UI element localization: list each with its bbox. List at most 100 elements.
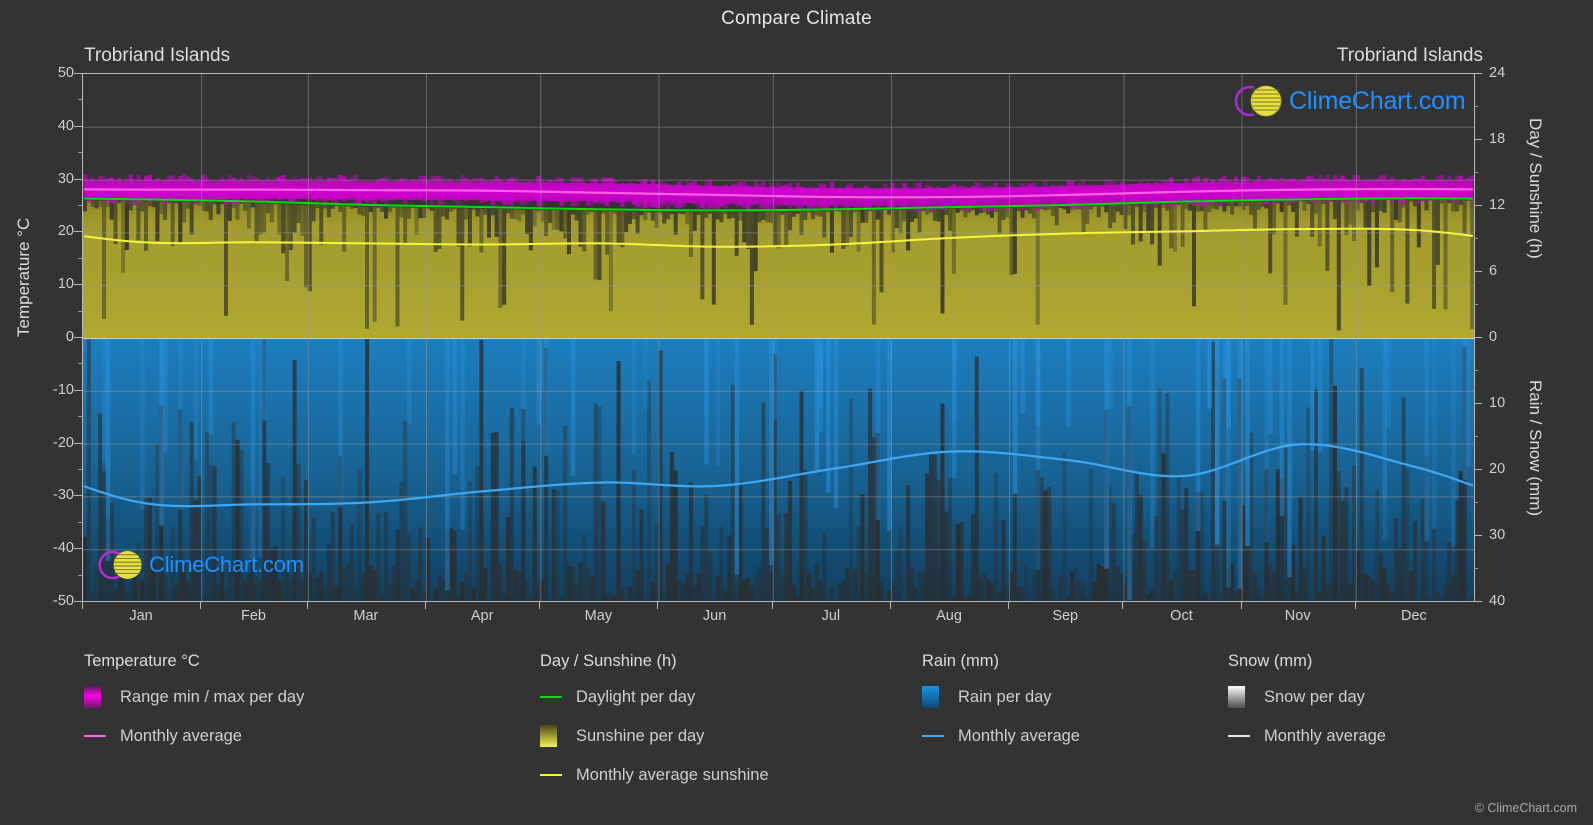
y-axis-left-tick: 40 xyxy=(57,117,74,134)
rain-day-bar xyxy=(365,339,370,602)
rain-day-bar xyxy=(1344,487,1349,602)
legend-item[interactable]: Monthly average xyxy=(922,724,1080,748)
temperature-day-bar xyxy=(597,185,602,205)
sunshine-day-bar xyxy=(1416,199,1421,248)
rain-day-bar xyxy=(1382,568,1387,602)
legend-item[interactable]: Rain per day xyxy=(922,685,1080,709)
legend-item[interactable]: Daylight per day xyxy=(540,685,769,709)
legend-item[interactable]: Snow per day xyxy=(1228,685,1386,709)
rain-day-bar xyxy=(982,572,987,602)
temperature-day-bar xyxy=(696,184,701,210)
sunshine-day-bar xyxy=(166,201,171,204)
rain-day-bar xyxy=(742,580,747,602)
rain-day-bar xyxy=(1275,469,1280,602)
rain-day-bar xyxy=(437,575,442,602)
rain-day-bar xyxy=(856,525,861,602)
rain-day-bar xyxy=(132,567,137,602)
rain-day-bar xyxy=(452,530,457,602)
sunshine-day-bar xyxy=(1134,204,1139,207)
sunshine-day-bar xyxy=(970,208,975,211)
sunshine-day-bar xyxy=(368,206,373,213)
sunshine-day-bar xyxy=(269,203,274,223)
sunshine-day-bar xyxy=(262,203,267,233)
rain-day-bar xyxy=(136,542,141,602)
legend-item-label: Monthly average xyxy=(120,726,242,745)
y-axis-left-minor-tickmark xyxy=(78,469,82,470)
sunshine-day-bar xyxy=(612,211,617,214)
temperature-day-bar xyxy=(357,183,362,205)
x-axis-tickmark xyxy=(424,602,426,609)
y-axis-right-tickmark xyxy=(1474,337,1482,338)
location-label-right: Trobriand Islands xyxy=(1336,45,1483,66)
rain-day-bar xyxy=(650,581,655,602)
rain-day-bar xyxy=(685,573,690,602)
y-axis-left-tickmark xyxy=(74,389,82,391)
legend-item[interactable]: Monthly average xyxy=(84,724,304,748)
sunshine-day-bar xyxy=(746,211,751,250)
legend-item[interactable]: Monthly average xyxy=(1228,724,1386,748)
sunshine-day-bar xyxy=(932,209,937,221)
temperature-day-bar xyxy=(612,179,617,202)
sunshine-day-bar xyxy=(791,211,796,217)
temperature-day-bar xyxy=(517,182,522,204)
sunshine-day-bar xyxy=(433,207,438,252)
y-axis-right-tickmark xyxy=(1474,139,1482,140)
legend-item[interactable]: Range min / max per day xyxy=(84,685,304,709)
y-axis-left-tickmark xyxy=(74,601,82,602)
temperature-day-bar xyxy=(814,187,819,210)
rain-day-bar xyxy=(788,480,793,602)
rain-day-bar xyxy=(376,513,381,602)
y-axis-right-minor-tickmark xyxy=(1474,238,1478,239)
rain-day-bar xyxy=(117,570,122,602)
temperature-day-bar xyxy=(433,176,438,199)
rain-day-bar xyxy=(467,481,472,602)
sunshine-day-bar xyxy=(128,200,133,211)
rain-day-bar xyxy=(654,523,659,602)
y-axis-left-tickmark xyxy=(74,495,82,497)
sunshine-day-bar xyxy=(1378,200,1383,212)
sunshine-day-bar xyxy=(711,212,716,305)
rain-day-bar xyxy=(1363,573,1368,602)
sunshine-day-bar xyxy=(509,209,514,219)
sunshine-day-bar xyxy=(1233,202,1238,207)
sunshine-day-bar xyxy=(1214,202,1219,210)
rain-day-bar xyxy=(1268,564,1273,602)
temperature-day-bar xyxy=(1222,175,1227,201)
rain-day-bar xyxy=(151,563,156,602)
sunshine-day-bar xyxy=(265,203,270,214)
temperature-day-bar xyxy=(178,176,183,199)
sunshine-day-bar xyxy=(1115,205,1120,212)
rain-day-bar xyxy=(269,547,274,602)
legend-item[interactable]: Sunshine per day xyxy=(540,724,769,748)
sunshine-day-bar xyxy=(1161,203,1166,208)
rain-day-bar xyxy=(281,476,286,602)
sunshine-day-bar xyxy=(757,211,762,223)
rain-day-bar xyxy=(566,566,572,602)
legend-item[interactable]: Monthly average sunshine xyxy=(540,763,769,787)
rain-day-bar xyxy=(921,571,926,602)
rain-day-bar xyxy=(986,578,991,602)
rain-day-bar xyxy=(765,527,770,602)
rain-day-bar-heavy xyxy=(631,338,637,455)
sunshine-day-bar xyxy=(784,211,789,246)
sunshine-day-bar xyxy=(429,207,434,211)
x-axis-tickmark xyxy=(657,602,659,609)
rain-day-bar xyxy=(536,586,541,602)
sunshine-day-bar xyxy=(1390,200,1395,292)
temperature-day-bar xyxy=(1401,179,1406,204)
rain-day-bar xyxy=(1447,542,1452,602)
sunshine-day-bar xyxy=(624,211,629,233)
rain-day-bar xyxy=(197,475,202,602)
rain-day-bar-heavy xyxy=(445,338,450,591)
sunshine-day-bar xyxy=(151,201,156,208)
temperature-day-bar xyxy=(445,179,450,200)
rain-day-bar xyxy=(361,574,366,602)
sunshine-day-bar xyxy=(1050,206,1055,217)
sunshine-day-bar xyxy=(1054,206,1059,226)
rain-day-bar xyxy=(140,579,145,602)
y-axis-right-top-title: Day / Sunshine (h) xyxy=(1526,118,1545,259)
sunshine-day-bar xyxy=(296,204,301,223)
rain-day-bar xyxy=(570,566,575,602)
rain-day-bar xyxy=(1050,586,1056,602)
y-axis-left-tick: -50 xyxy=(53,593,74,609)
